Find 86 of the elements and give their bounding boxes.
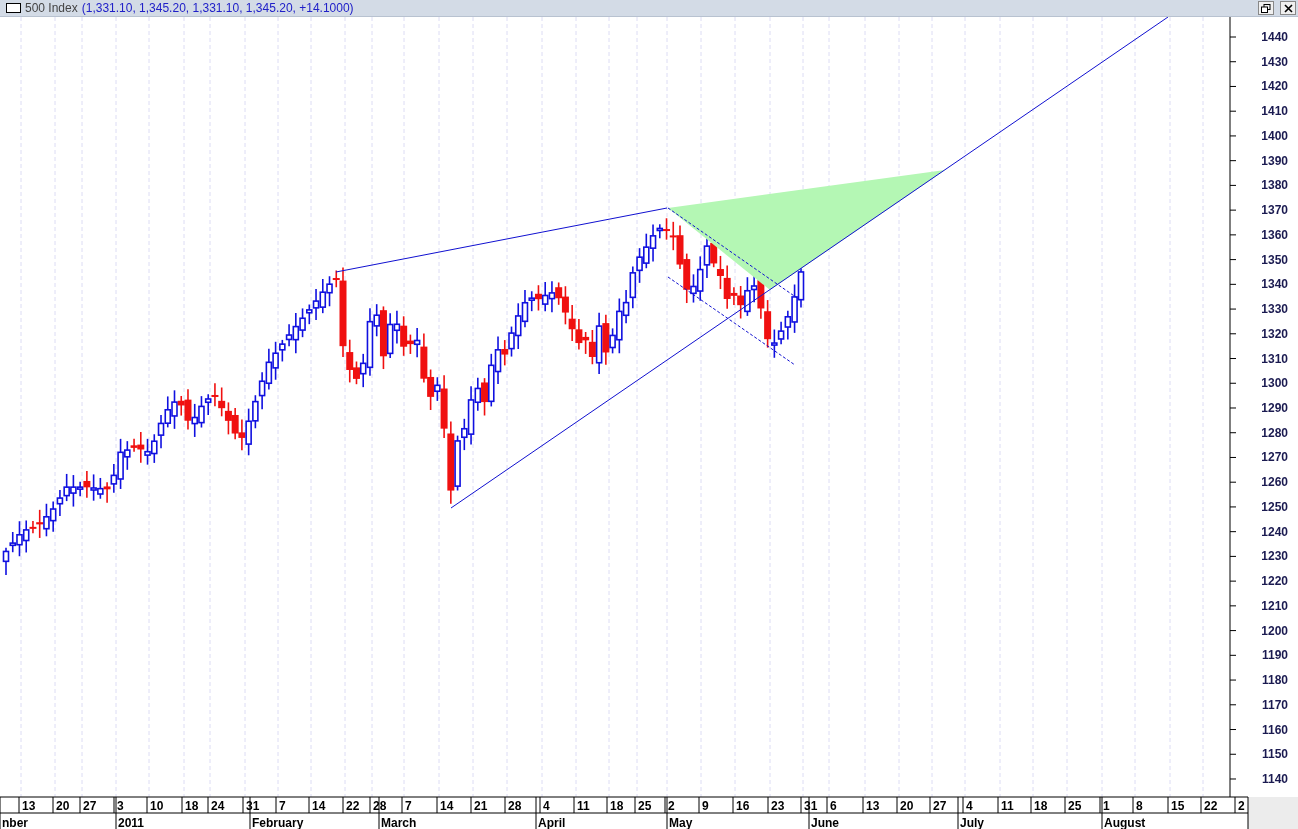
date-axis-label: 31	[246, 799, 260, 813]
date-axis-label: 20	[900, 799, 914, 813]
date-axis-label: 11	[577, 799, 590, 813]
price-axis-label: 1350	[1261, 252, 1288, 267]
price-axis-label: 1180	[1261, 673, 1288, 688]
price-axis-label: 1230	[1261, 549, 1288, 564]
price-axis-label: 1360	[1261, 227, 1288, 242]
quote-values: (1,331.10, 1,345.20, 1,331.10, 1,345.20, +14.1000)	[81, 1, 354, 15]
date-axis-label: 22	[1204, 799, 1218, 813]
price-axis-label: 1160	[1261, 722, 1288, 737]
date-axis-label: 28	[508, 799, 522, 813]
date-axis-label: 28	[373, 799, 387, 813]
date-axis-label: 4	[966, 799, 973, 813]
month-axis-label: May	[669, 816, 693, 829]
date-axis-label: 11	[1001, 799, 1014, 813]
price-axis-label: 1280	[1261, 425, 1288, 440]
date-axis-label: 8	[1136, 799, 1143, 813]
date-axis-label: 25	[638, 799, 652, 813]
date-axis-label: 4	[543, 799, 550, 813]
date-axis-label: 3	[117, 799, 124, 813]
price-axis-label: 1440	[1261, 30, 1288, 44]
price-axis-label: 1290	[1261, 401, 1288, 415]
date-axis-label: 9	[702, 799, 709, 813]
price-axis-label: 1370	[1261, 203, 1288, 218]
date-axis-label: 10	[150, 799, 164, 813]
date-axis-label: 2	[1238, 799, 1245, 813]
date-axis-label: 18	[1034, 799, 1048, 813]
date-axis-label: 13	[866, 799, 880, 813]
date-axis-label: 14	[440, 799, 454, 813]
month-axis-label: April	[538, 816, 566, 829]
month-axis-label: March	[381, 816, 417, 829]
price-axis-label: 1270	[1261, 450, 1288, 465]
month-axis-label: February	[252, 816, 304, 829]
date-axis-label: 31	[804, 799, 818, 813]
date-axis-label: 14	[312, 799, 326, 813]
close-icon	[1283, 3, 1293, 13]
date-axis-label: 2	[668, 799, 675, 813]
price-axis-label: 1200	[1261, 623, 1288, 638]
date-axis-label: 24	[211, 799, 225, 813]
restore-icon	[1261, 3, 1271, 13]
restore-button[interactable]	[1258, 1, 1274, 15]
price-axis-label: 1380	[1261, 178, 1288, 193]
price-axis-label: 1390	[1261, 153, 1288, 168]
date-axis-label: 21	[474, 799, 488, 813]
date-axis-label: 25	[1068, 799, 1082, 813]
price-axis-label: 1300	[1261, 376, 1288, 391]
corner-background	[1248, 797, 1298, 829]
date-axis-label: 6	[830, 799, 837, 813]
price-axis-label: 1340	[1261, 277, 1288, 292]
price-axis-label: 1140	[1261, 772, 1288, 786]
date-axis-label: 22	[346, 799, 360, 813]
price-axis-label: 1430	[1261, 54, 1288, 69]
price-axis-label: 1190	[1261, 648, 1288, 663]
price-axis-label: 1150	[1261, 747, 1288, 762]
close-button[interactable]	[1280, 1, 1296, 15]
date-axis-label: 7	[279, 799, 286, 813]
window-title: 500 Index	[25, 1, 78, 15]
price-axis-label: 1260	[1261, 475, 1288, 490]
date-axis-label: 23	[771, 799, 785, 813]
price-axis-label: 1310	[1261, 351, 1288, 366]
date-axis-label: 16	[736, 799, 750, 813]
month-axis-label: July	[960, 816, 984, 829]
price-axis-label: 1330	[1261, 302, 1288, 317]
date-axis-label: 20	[56, 799, 70, 813]
month-axis-label: August	[1104, 816, 1146, 829]
date-axis-label: 7	[405, 799, 412, 813]
price-axis-label: 1320	[1261, 326, 1288, 341]
window-icon	[6, 3, 21, 13]
price-axis-label: 1220	[1261, 574, 1288, 589]
date-axis-label: 13	[22, 799, 36, 813]
date-axis-label: 1	[1103, 799, 1110, 813]
price-axis-label: 1240	[1261, 524, 1288, 539]
date-axis-label: 27	[83, 799, 97, 813]
month-axis-label: nber	[2, 816, 28, 829]
month-axis-label: June	[811, 816, 839, 829]
price-axis-label: 1210	[1261, 598, 1288, 613]
date-axis-label: 27	[933, 799, 947, 813]
date-axis-label: 18	[610, 799, 624, 813]
month-axis-label: 2011	[118, 816, 145, 829]
price-axis-label: 1410	[1261, 104, 1288, 119]
price-axis-label: 1170	[1261, 697, 1288, 712]
price-axis-label: 1420	[1261, 79, 1288, 94]
price-axis-label: 1400	[1261, 128, 1288, 143]
price-axis-label: 1250	[1261, 499, 1288, 514]
date-axis-label: 15	[1171, 799, 1185, 813]
date-axis-label: 18	[185, 799, 199, 813]
